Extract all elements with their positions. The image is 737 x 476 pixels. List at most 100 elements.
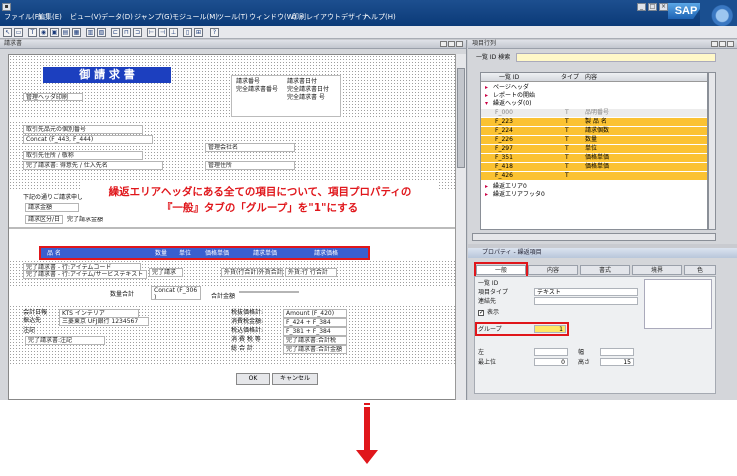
- display-checkbox[interactable]: ✓: [478, 310, 484, 316]
- table-row[interactable]: F_297 T 単位: [481, 145, 707, 153]
- pane-close-icon[interactable]: [456, 41, 463, 47]
- customer-code-field[interactable]: 取引先品元の個別番号: [23, 125, 143, 134]
- completed-amount-label[interactable]: 完了請求金額: [67, 216, 103, 223]
- menu-view[interactable]: ビュー(V): [70, 12, 101, 22]
- menu-jump[interactable]: ジャンプ(G): [134, 12, 172, 22]
- table-row[interactable]: F_000 T 品明番号: [481, 109, 707, 117]
- table-row[interactable]: F_351 T 価格単価: [481, 154, 707, 162]
- tab-border[interactable]: 境界: [632, 265, 682, 275]
- subtotal-excl-field[interactable]: Amount (F_420): [283, 309, 347, 318]
- rows-close-icon[interactable]: [727, 41, 734, 47]
- designer-vertical-scrollbar[interactable]: [455, 54, 466, 400]
- full-invoice-number-label[interactable]: 完全請求書番号: [236, 86, 278, 93]
- rows-max-icon[interactable]: [719, 41, 726, 47]
- subtotal-incl-field[interactable]: F_381 + F_384: [283, 327, 347, 336]
- help-icon[interactable]: ?: [210, 28, 219, 37]
- chart-icon[interactable]: ▧: [97, 28, 106, 37]
- form-icon[interactable]: ▭: [14, 28, 23, 37]
- request-date-label[interactable]: 請求区分/日: [25, 215, 63, 224]
- pane-max-icon[interactable]: [448, 41, 455, 47]
- height-field[interactable]: 15: [600, 358, 634, 366]
- request-text-label[interactable]: 下記の通りご請求申し: [23, 194, 83, 201]
- menu-file[interactable]: ファイル(F): [4, 12, 42, 22]
- customer-concat-field[interactable]: Concat (F_443, F_444): [23, 135, 153, 144]
- row-complete-field[interactable]: 完了請求: [149, 268, 183, 277]
- menu-help[interactable]: ヘルプ(H): [364, 12, 396, 22]
- left-field[interactable]: [534, 348, 568, 356]
- row-foreign-total-field[interactable]: 外貨(行合計)外貨合計: [221, 268, 283, 277]
- concat-field[interactable]: Concat (F_306 ): [151, 286, 201, 300]
- full-invoice-date-label[interactable]: 完全請求書日付: [287, 86, 329, 93]
- rows-horizontal-scrollbar[interactable]: [472, 233, 716, 241]
- distribute-icon[interactable]: ⊢: [147, 28, 156, 37]
- col-id[interactable]: 一覧 ID: [499, 74, 519, 81]
- mgmt-company-field[interactable]: 管理会社名: [205, 143, 295, 152]
- tree-node[interactable]: ▸ レポートの開始: [481, 92, 707, 100]
- subtotal-label[interactable]: 数量合計: [110, 291, 134, 298]
- same-width-icon[interactable]: ⊥: [169, 28, 178, 37]
- subtotal-excl-label[interactable]: 税抜価格計:: [231, 309, 263, 316]
- align-center-icon[interactable]: ⊓: [122, 28, 131, 37]
- menu-data[interactable]: データ(D): [101, 12, 133, 22]
- align-left-icon[interactable]: ⊏: [111, 28, 120, 37]
- layer-icon[interactable]: ⊞: [194, 28, 203, 37]
- footer-transfer-label[interactable]: 振込先: [23, 317, 41, 324]
- image-tool-icon[interactable]: ▤: [61, 28, 70, 37]
- grand-total-label[interactable]: 総 合 計: [231, 345, 253, 352]
- grid-tool-icon[interactable]: ▦: [72, 28, 81, 37]
- rows-min-icon[interactable]: [711, 41, 718, 47]
- row-line-total-field[interactable]: 外貨:行 行合計: [285, 268, 337, 277]
- menu-module[interactable]: モジュール(M): [172, 12, 218, 22]
- scroll-thumb[interactable]: [457, 68, 465, 168]
- text-tool-icon[interactable]: T: [28, 28, 37, 37]
- restore-icon[interactable]: □: [648, 3, 657, 11]
- top-field[interactable]: 0: [534, 358, 568, 366]
- tab-content[interactable]: 内容: [528, 265, 578, 275]
- prop-link-select[interactable]: [534, 297, 638, 305]
- tax-amount-field[interactable]: F_424 + F_384: [283, 318, 347, 327]
- invoice-number-label[interactable]: 請求番号: [236, 78, 260, 85]
- footer-note-field[interactable]: 完了請求書:注記: [25, 336, 105, 345]
- tree-node[interactable]: ▸ ページヘッダ: [481, 84, 707, 92]
- table-row[interactable]: F_224 T 請求個数: [481, 127, 707, 135]
- tab-color[interactable]: 色: [684, 265, 716, 275]
- footer-note-label[interactable]: 注記: [23, 327, 35, 334]
- menu-window[interactable]: ウィンドウ(W): [249, 12, 296, 22]
- customer-name-field[interactable]: 完了請求書: 得意先 / 仕入先名: [23, 161, 163, 170]
- rows-vertical-scrollbar[interactable]: [708, 72, 716, 230]
- table-row[interactable]: F_226 T 数量: [481, 136, 707, 144]
- grand-total-field[interactable]: 完了請求書:合計金額: [283, 345, 347, 354]
- footer-date-label[interactable]: 会計日報: [23, 309, 47, 316]
- total-amount-label[interactable]: 合計金額: [211, 293, 235, 300]
- subtotal-incl-label[interactable]: 税込価格計:: [231, 327, 263, 334]
- doc-title[interactable]: 御 請 求 書: [43, 67, 171, 83]
- tree-node[interactable]: ▸ 繰返エリアフッタ0: [481, 191, 707, 199]
- table-row[interactable]: F_426 T: [481, 172, 707, 180]
- table-row[interactable]: F_418 T 価格単価: [481, 163, 707, 171]
- consumption-tax-label[interactable]: 消 費 税 等: [231, 336, 261, 343]
- pane-min-icon[interactable]: [440, 41, 447, 47]
- header-print-label[interactable]: 管理ヘッダ印刷: [23, 93, 83, 101]
- width-field[interactable]: [600, 348, 634, 356]
- cancel-button[interactable]: キャンセル: [272, 373, 318, 385]
- report-canvas[interactable]: 御 請 求 書 管理ヘッダ印刷 請求番号 請求書日付 完全請求書番号 完全請求書…: [8, 54, 456, 400]
- table-row[interactable]: F_223 T 製 品 名: [481, 118, 707, 126]
- row-item-text-field[interactable]: 完了請求書 - 行:アイテム/サービステキスト: [23, 270, 147, 279]
- rows-grid[interactable]: 一覧 ID タイプ 内容 ▸ ページヘッダ ▸ レポートの開始 ▾ 繰返ヘッダ(0) …: [480, 72, 708, 230]
- align-right-icon[interactable]: ⊐: [133, 28, 142, 37]
- tree-node[interactable]: ▸ 繰返エリア0: [481, 183, 707, 191]
- menu-print-layout-designer[interactable]: 印刷レイアウトデザイナ: [292, 12, 369, 22]
- menu-tools[interactable]: ツール(T): [217, 12, 248, 22]
- customer-address-field[interactable]: 取引先住所 / 敬称: [23, 151, 143, 160]
- tax-amount-label[interactable]: 消費税金額:: [231, 318, 263, 325]
- tab-format[interactable]: 書式: [580, 265, 630, 275]
- footer-bank-field[interactable]: 三菱東京 UFJ銀行 1234567: [59, 317, 149, 326]
- ok-button[interactable]: OK: [236, 373, 270, 385]
- minimize-icon[interactable]: _: [637, 3, 646, 11]
- field-tool-icon[interactable]: ◉: [39, 28, 48, 37]
- col-type[interactable]: タイプ: [561, 74, 579, 81]
- full-invoice-no-label[interactable]: 完全請求書 号: [287, 94, 325, 101]
- page-icon[interactable]: ▯: [183, 28, 192, 37]
- request-amount-label[interactable]: 請求金額: [25, 203, 79, 212]
- pointer-icon[interactable]: ↖: [3, 28, 12, 37]
